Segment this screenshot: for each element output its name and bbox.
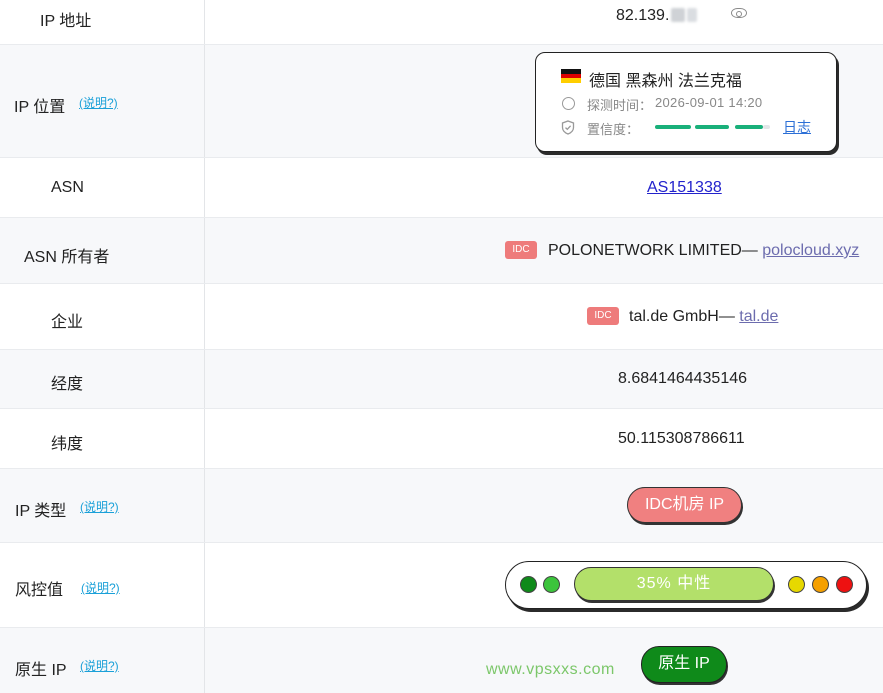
risk-dot-green bbox=[543, 576, 560, 593]
germany-flag-icon bbox=[561, 69, 581, 83]
asn-owner-domain-link[interactable]: polocloud.xyz bbox=[762, 242, 859, 259]
asn-owner-name: POLONETWORK LIMITED— bbox=[548, 242, 758, 259]
masked-ip-part bbox=[687, 8, 698, 22]
key-cell: IP 地址 bbox=[0, 0, 205, 45]
key-cell: 经度 bbox=[0, 350, 205, 409]
value-cell: AS151338 bbox=[205, 158, 883, 218]
masked-ip-part bbox=[671, 8, 686, 22]
value-cell: 50.115308786611 bbox=[205, 409, 883, 469]
row-native-ip: 原生 IP (说明?) bbox=[0, 628, 883, 693]
key-cell: ASN bbox=[0, 158, 205, 218]
asn-owner-value: POLONETWORK LIMITED— polocloud.xyz bbox=[548, 242, 859, 260]
clock-icon bbox=[562, 97, 575, 110]
value-cell: 8.6841464435146 bbox=[205, 350, 883, 409]
value-cell: 82.139. bbox=[205, 0, 883, 45]
key-cell: IP 类型 (说明?) bbox=[0, 469, 205, 543]
risk-meter: 35% 中性 bbox=[505, 561, 867, 609]
row-ip-address: IP 地址 82.139. bbox=[0, 0, 883, 45]
latitude-label: 纬度 bbox=[51, 436, 84, 453]
key-cell: 企业 bbox=[0, 284, 205, 350]
ip-address-value: 82.139. bbox=[616, 7, 698, 25]
latitude-value: 50.115308786611 bbox=[618, 430, 745, 447]
risk-dot-red bbox=[836, 576, 853, 593]
risk-dot-orange bbox=[812, 576, 829, 593]
longitude-value: 8.6841464435146 bbox=[618, 370, 748, 387]
native-ip-label: 原生 IP bbox=[15, 662, 67, 679]
value-cell bbox=[205, 469, 883, 543]
value-cell: IDC tal.de GmbH— tal.de bbox=[205, 284, 883, 350]
native-ip-badge: 原生 IP bbox=[641, 646, 727, 683]
key-cell: ASN 所有者 bbox=[0, 218, 205, 284]
company-label: 企业 bbox=[51, 314, 84, 331]
location-text: 德国 黑森州 法兰克福 bbox=[589, 73, 742, 90]
idc-tag: IDC bbox=[587, 307, 619, 325]
ip-address-text: 82.139. bbox=[616, 7, 670, 24]
risk-dot-yellow bbox=[788, 576, 805, 593]
ip-address-label: IP 地址 bbox=[40, 13, 92, 30]
log-link[interactable]: 日志 bbox=[783, 117, 811, 137]
ip-location-explain-link[interactable]: (说明?) bbox=[79, 94, 118, 111]
shield-check-icon bbox=[561, 120, 575, 135]
confidence-segment-empty bbox=[763, 125, 770, 129]
row-latitude: 纬度 50.115308786611 bbox=[0, 409, 883, 469]
key-cell: 纬度 bbox=[0, 409, 205, 469]
watermark-text: www.vpsxxs.com bbox=[486, 661, 615, 678]
ip-type-explain-link[interactable]: (说明?) bbox=[80, 498, 119, 515]
ip-type-label: IP 类型 bbox=[15, 503, 67, 520]
row-asn: ASN AS151338 bbox=[0, 158, 883, 218]
risk-value-pill: 35% 中性 bbox=[574, 567, 774, 601]
asn-owner-label: ASN 所有者 bbox=[24, 249, 110, 266]
row-asn-owner: ASN 所有者 IDC POLONETWORK LIMITED— poloclo… bbox=[0, 218, 883, 284]
row-company: 企业 IDC tal.de GmbH— tal.de bbox=[0, 284, 883, 350]
ip-type-badge: IDC机房 IP bbox=[627, 487, 742, 523]
key-cell: 原生 IP (说明?) bbox=[0, 628, 205, 693]
company-domain-link[interactable]: tal.de bbox=[739, 308, 778, 325]
confidence-label: 置信度： bbox=[587, 122, 640, 137]
native-ip-explain-link[interactable]: (说明?) bbox=[80, 657, 119, 674]
idc-tag: IDC bbox=[505, 241, 537, 259]
confidence-segment bbox=[735, 125, 763, 129]
key-cell: 风控值 (说明?) bbox=[0, 543, 205, 628]
risk-explain-link[interactable]: (说明?) bbox=[81, 579, 120, 596]
ip-location-label: IP 位置 bbox=[14, 99, 66, 116]
company-name: tal.de GmbH— bbox=[629, 308, 735, 325]
confidence-segment bbox=[695, 125, 729, 129]
asn-link[interactable]: AS151338 bbox=[647, 179, 722, 197]
confidence-segment bbox=[655, 125, 691, 129]
row-longitude: 经度 8.6841464435146 bbox=[0, 350, 883, 409]
value-cell: IDC POLONETWORK LIMITED— polocloud.xyz bbox=[205, 218, 883, 284]
company-value: tal.de GmbH— tal.de bbox=[629, 308, 778, 326]
detect-time-label: 探测时间： bbox=[587, 98, 653, 113]
key-cell: IP 位置 (说明?) bbox=[0, 45, 205, 158]
longitude-label: 经度 bbox=[51, 376, 84, 393]
risk-label: 风控值 bbox=[15, 582, 64, 599]
detect-time-value: 2026-09-01 14:20 bbox=[655, 95, 763, 110]
risk-dot-green-dark bbox=[520, 576, 537, 593]
row-ip-type: IP 类型 (说明?) bbox=[0, 469, 883, 543]
location-card: 德国 黑森州 法兰克福 探测时间： 2026-09-01 14:20 置信度： … bbox=[535, 52, 837, 152]
asn-label: ASN bbox=[51, 179, 84, 196]
eye-icon[interactable] bbox=[731, 8, 747, 18]
